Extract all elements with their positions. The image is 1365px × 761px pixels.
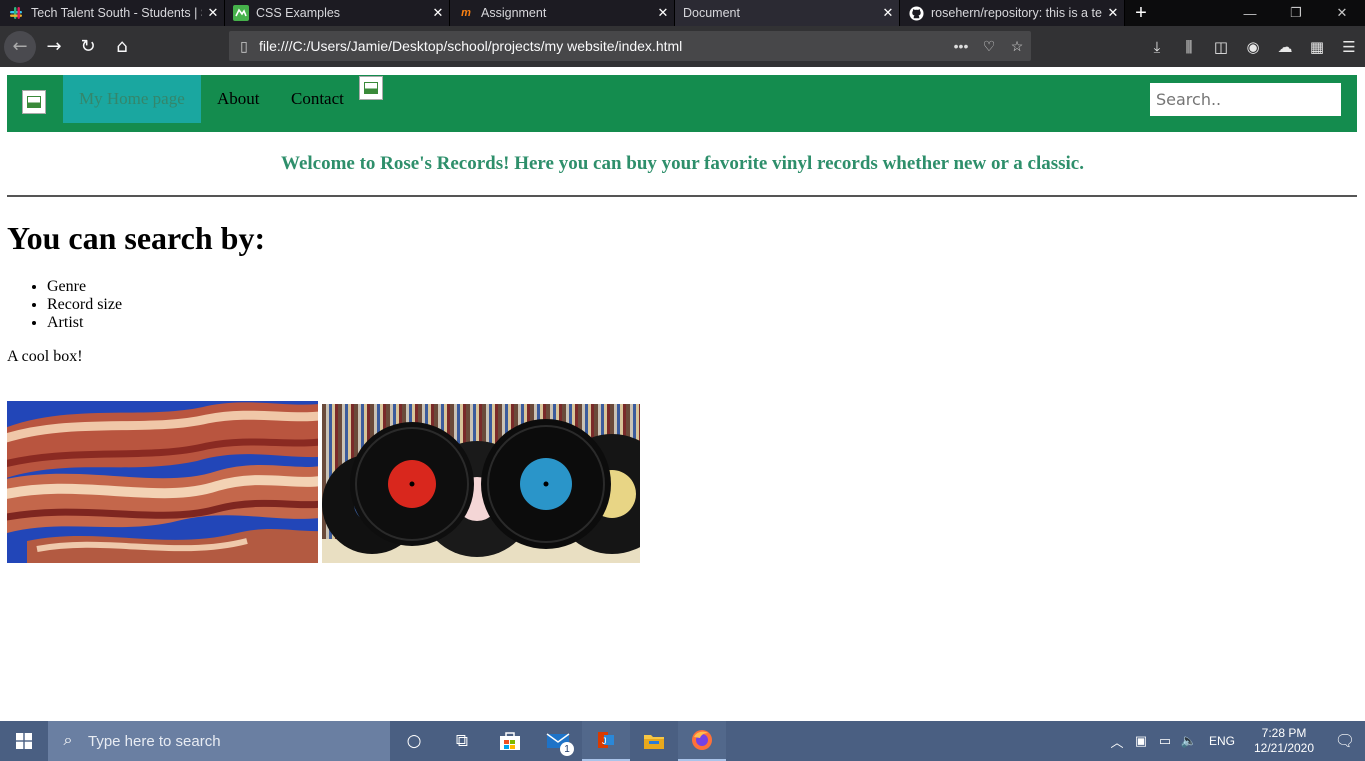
close-icon[interactable]: ✕ — [427, 5, 449, 21]
firefox-button[interactable] — [678, 721, 726, 761]
microsoft-store-button[interactable] — [486, 721, 534, 761]
chevron-up-icon[interactable]: ︿ — [1105, 732, 1129, 751]
search-options-list: Genre Record size Artist — [47, 278, 122, 332]
slack-icon — [8, 5, 24, 21]
url-text[interactable]: file:///C:/Users/Jamie/Desktop/school/pr… — [259, 38, 947, 54]
web-page: My Home page About Contact Welcome to Ro… — [0, 67, 1365, 721]
language-indicator[interactable]: ENG — [1209, 734, 1235, 748]
list-item: Genre — [47, 278, 122, 296]
reload-button[interactable]: ↻ — [72, 31, 104, 63]
file-explorer-button[interactable] — [630, 721, 678, 761]
arrow-right-icon: → — [46, 36, 62, 57]
cortana-circle-icon: ○ — [406, 731, 422, 751]
close-icon[interactable]: ✕ — [1102, 5, 1124, 21]
tab-tech-talent-south[interactable]: Tech Talent South - Students | Sl ✕ — [0, 0, 225, 26]
hamburger-menu-icon[interactable]: ☰ — [1333, 38, 1365, 56]
office-app-icon: J — [598, 732, 614, 748]
puzzle-icon[interactable]: ▦ — [1301, 38, 1333, 56]
tab-title: Assignment — [481, 6, 547, 20]
browser-toolbar: ← → ↻ ⌂ ▯ file:///C:/Users/Jamie/Desktop… — [0, 26, 1365, 67]
volume-icon[interactable]: 🔈 — [1177, 733, 1201, 749]
tab-css-examples[interactable]: CSS Examples ✕ — [225, 0, 450, 26]
download-icon[interactable]: ⤓ — [1141, 38, 1173, 56]
window-controls: — ❐ ✕ — [1227, 0, 1365, 26]
task-view-icon: ⧉ — [455, 731, 469, 751]
tab-assignment[interactable]: m Assignment ✕ — [450, 0, 675, 26]
office-app-button[interactable]: J — [582, 721, 630, 761]
tab-strip: Tech Talent South - Students | Sl ✕ CSS … — [0, 0, 1365, 26]
home-icon: ⌂ — [116, 36, 128, 57]
page-actions-icon[interactable]: ••• — [947, 38, 975, 54]
folder-icon — [644, 735, 664, 749]
back-button[interactable]: ← — [4, 30, 36, 63]
horizontal-rule — [7, 195, 1357, 197]
taskbar-search-placeholder: Type here to search — [88, 732, 221, 750]
clock-date: 12/21/2020 — [1253, 741, 1315, 755]
tab-title: CSS Examples — [256, 6, 341, 20]
windows-logo-icon — [16, 733, 32, 749]
notification-icon[interactable]: 🗨 — [1325, 731, 1365, 751]
tab-github-repository[interactable]: rosehern/repository: this is a te ✕ — [900, 0, 1125, 26]
vinyl-records-image — [322, 404, 640, 563]
close-icon[interactable]: ✕ — [652, 5, 674, 21]
toolbar-right-icons: ⤓ ⫼ ◫ ◉ ☁ ▦ ☰ — [1141, 26, 1365, 67]
close-icon[interactable]: ✕ — [877, 5, 899, 21]
new-tab-button[interactable]: + — [1125, 0, 1157, 26]
account-icon[interactable]: ◉ — [1237, 38, 1269, 56]
restore-icon[interactable]: ❐ — [1273, 0, 1319, 26]
site-search-input[interactable] — [1150, 83, 1341, 116]
tab-title: rosehern/repository: this is a te — [931, 6, 1102, 20]
bookmark-star-icon[interactable]: ☆ — [1003, 38, 1031, 55]
tab-document[interactable]: Document ✕ — [675, 0, 900, 26]
start-button[interactable] — [0, 721, 48, 761]
codepen-icon — [233, 5, 249, 21]
cortana-button[interactable]: ○ — [390, 721, 438, 761]
broken-image-icon — [22, 90, 46, 114]
home-button[interactable]: ⌂ — [106, 31, 138, 63]
tab-title: Tech Talent South - Students | Sl — [31, 6, 202, 20]
arrow-left-icon: ← — [12, 36, 28, 57]
meet-now-icon[interactable]: ▣ — [1129, 733, 1153, 749]
taskbar-search-box[interactable]: ⌕ Type here to search — [48, 721, 390, 761]
bacon-image — [7, 401, 318, 563]
mail-button[interactable]: 1 — [534, 721, 582, 761]
extension-icon[interactable]: ☁ — [1269, 38, 1301, 56]
close-icon[interactable]: ✕ — [202, 5, 224, 21]
moodle-icon: m — [461, 7, 471, 19]
pocket-icon[interactable]: ♡ — [975, 38, 1003, 55]
list-item: Record size — [47, 296, 122, 314]
site-nav: My Home page About Contact — [7, 75, 1357, 132]
minimize-icon[interactable]: — — [1227, 0, 1273, 26]
cool-box-text: A cool box! — [7, 348, 83, 365]
svg-text:J: J — [602, 736, 607, 746]
tab-title: Document — [683, 6, 740, 20]
search-heading: You can search by: — [7, 220, 266, 256]
list-item: Artist — [47, 314, 122, 332]
library-icon[interactable]: ⫼ — [1173, 38, 1205, 56]
sidebar-icon[interactable]: ◫ — [1205, 38, 1237, 56]
firefox-icon — [692, 730, 712, 750]
nav-about-link[interactable]: About — [201, 75, 276, 123]
nav-home-link[interactable]: My Home page — [63, 75, 201, 123]
store-bag-icon — [500, 732, 520, 750]
nav-contact-link[interactable]: Contact — [275, 75, 360, 123]
close-window-icon[interactable]: ✕ — [1319, 0, 1365, 26]
url-bar[interactable]: ▯ file:///C:/Users/Jamie/Desktop/school/… — [229, 31, 1031, 61]
windows-taskbar: ⌕ Type here to search ○ ⧉ 1 J ︿ ▣ ▭ 🔈 EN… — [0, 721, 1365, 761]
reload-icon: ↻ — [80, 36, 96, 57]
taskbar-clock[interactable]: 7:28 PM 12/21/2020 — [1243, 726, 1325, 756]
battery-icon[interactable]: ▭ — [1153, 733, 1177, 749]
forward-button[interactable]: → — [38, 31, 70, 63]
search-icon: ⌕ — [63, 732, 73, 749]
page-icon: ▯ — [240, 37, 248, 54]
clock-time: 7:28 PM — [1261, 726, 1307, 740]
broken-image-icon — [359, 76, 383, 100]
mail-badge: 1 — [560, 742, 574, 756]
welcome-message: Welcome to Rose's Records! Here you can … — [281, 153, 1084, 174]
system-tray: ︿ ▣ ▭ 🔈 ENG 7:28 PM 12/21/2020 🗨 — [1105, 721, 1365, 761]
github-icon — [908, 5, 924, 21]
task-view-button[interactable]: ⧉ — [438, 721, 486, 761]
